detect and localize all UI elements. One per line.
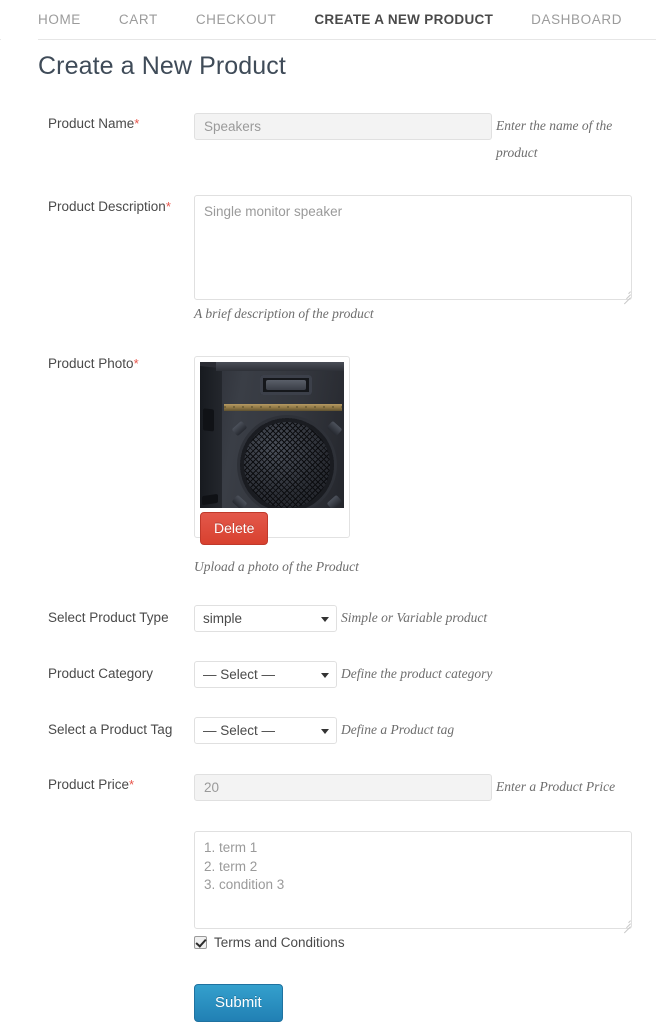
- terms-and-conditions-label: Terms and Conditions: [214, 935, 345, 950]
- nav-item-dashboard[interactable]: DASHBOARD: [531, 0, 622, 39]
- product-photo-help-text: Upload a photo of the Product: [194, 559, 359, 574]
- product-category-select-wrapper: — Select —: [194, 661, 337, 688]
- page-title: Create a New Product: [38, 52, 286, 80]
- product-category-select[interactable]: — Select —: [194, 661, 337, 688]
- submit-button[interactable]: Submit: [194, 984, 283, 1022]
- speaker-brass-strip: [224, 404, 342, 411]
- product-photo-card: Delete: [194, 356, 350, 545]
- product-name-input[interactable]: [194, 113, 492, 140]
- nav-item-home[interactable]: HOME: [38, 0, 81, 39]
- terms-and-conditions-row: Terms and Conditions: [194, 935, 345, 950]
- nav-bottom-border: [38, 39, 656, 40]
- product-tag-label: Select a Product Tag: [48, 722, 173, 737]
- nav-items-list: HOME CART CHECKOUT CREATE A NEW PRODUCT …: [38, 0, 656, 39]
- product-description-textarea[interactable]: Single monitor speaker: [194, 195, 632, 300]
- nav-item-checkout[interactable]: CHECKOUT: [196, 0, 277, 39]
- speaker-handle: [260, 375, 312, 395]
- product-tag-help-text: Define a Product tag: [341, 722, 455, 737]
- speaker-strip-detail: [224, 406, 342, 408]
- product-price-label-text: Product Price: [48, 777, 130, 792]
- nav-item-cart[interactable]: CART: [119, 0, 158, 39]
- speaker-grille: [240, 418, 334, 508]
- product-price-label: Product Price*: [48, 777, 134, 792]
- product-category-help-text: Define the product category: [341, 666, 493, 681]
- product-type-label: Select Product Type: [48, 610, 169, 625]
- product-type-select-wrapper: simple: [194, 605, 337, 632]
- product-name-label-text: Product Name: [48, 116, 135, 131]
- speaker-side-notch: [203, 408, 214, 432]
- product-name-label: Product Name*: [48, 116, 139, 131]
- terms-and-conditions-checkbox[interactable]: [194, 936, 207, 949]
- product-tag-select-wrapper: — Select —: [194, 717, 337, 744]
- product-name-help-text: Enter the name of the product: [496, 118, 613, 160]
- product-price-input[interactable]: [194, 774, 492, 801]
- product-tag-select[interactable]: — Select —: [194, 717, 337, 744]
- product-description-label-text: Product Description: [48, 199, 166, 214]
- product-description-required-asterisk: *: [165, 199, 171, 214]
- product-price-required-asterisk: *: [129, 777, 135, 792]
- product-type-select[interactable]: simple: [194, 605, 337, 632]
- delete-photo-button[interactable]: Delete: [200, 512, 269, 545]
- product-description-help-text: A brief description of the product: [194, 306, 374, 321]
- page-root: HOME CART CHECKOUT CREATE A NEW PRODUCT …: [0, 0, 656, 1024]
- product-description-label: Product Description*: [48, 199, 171, 214]
- nav-item-create-a-new-product[interactable]: CREATE A NEW PRODUCT: [314, 0, 493, 39]
- product-photo-image: [200, 362, 344, 508]
- product-photo-required-asterisk: *: [133, 356, 139, 371]
- product-name-required-asterisk: *: [134, 116, 140, 131]
- product-price-help-text: Enter a Product Price: [496, 779, 616, 794]
- product-category-label: Product Category: [48, 666, 154, 681]
- speaker-side-panel: [200, 366, 222, 508]
- top-navigation-bar: HOME CART CHECKOUT CREATE A NEW PRODUCT …: [0, 0, 656, 39]
- terms-and-conditions-textarea[interactable]: 1. term 1 2. term 2 3. condition 3: [194, 831, 632, 929]
- product-photo-label-text: Product Photo: [48, 356, 134, 371]
- speaker-top-edge: [216, 362, 344, 371]
- product-photo-label: Product Photo*: [48, 356, 139, 371]
- product-type-help-text: Simple or Variable product: [341, 610, 488, 625]
